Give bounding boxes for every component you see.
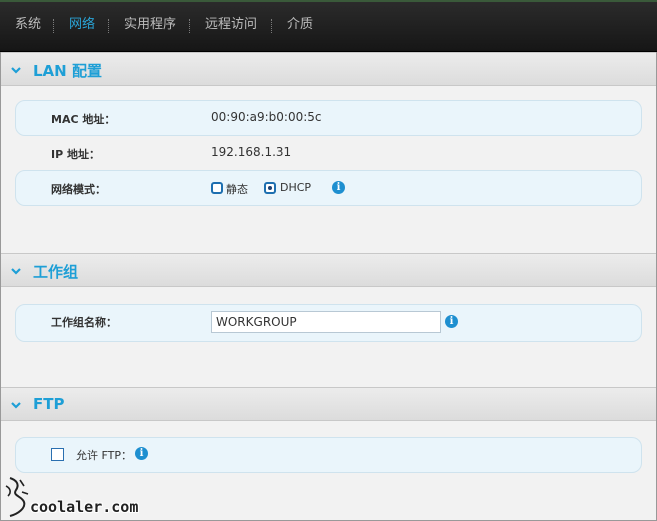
section-title-workgroup: 工作组 [33, 263, 79, 281]
chevron-down-icon [11, 402, 21, 409]
row-network-mode [15, 170, 642, 206]
info-icon[interactable]: i [445, 315, 458, 328]
section-title-ftp: FTP [33, 395, 65, 413]
chevron-down-icon [11, 67, 21, 74]
section-title-lan: LAN 配置 [33, 62, 102, 80]
watermark-text: coolaler.com [30, 498, 139, 516]
allow-ftp-checkbox[interactable] [51, 448, 64, 461]
nav-item-system[interactable]: 系统 [15, 17, 41, 33]
info-icon[interactable]: i [332, 181, 345, 194]
ip-label: IP 地址： [51, 148, 100, 161]
nav-separator [53, 19, 54, 33]
content-panel: LAN 配置 MAC 地址： 00:90:a9:b0:00:5c IP 地址： … [0, 52, 657, 521]
nav-item-remote-access[interactable]: 远程访问 [205, 17, 257, 33]
section-header-lan[interactable]: LAN 配置 [1, 52, 656, 86]
nav-separator [108, 19, 109, 33]
radio-static[interactable] [211, 182, 223, 194]
radio-dhcp[interactable] [264, 182, 276, 194]
section-header-ftp[interactable]: FTP [1, 387, 656, 421]
nav-separator [271, 19, 272, 33]
nav-accent-line [0, 0, 657, 2]
mac-value: 00:90:a9:b0:00:5c [211, 110, 322, 124]
watermark-logo-icon [5, 477, 29, 517]
chevron-down-icon [11, 268, 21, 275]
nav-item-network[interactable]: 网络 [69, 17, 95, 33]
top-nav-bar: 系统 网络 实用程序 远程访问 介质 [0, 0, 657, 52]
section-header-workgroup[interactable]: 工作组 [1, 253, 656, 287]
nav-item-utilities[interactable]: 实用程序 [124, 17, 176, 33]
info-icon[interactable]: i [135, 447, 148, 460]
nav-item-media[interactable]: 介质 [287, 17, 313, 33]
allow-ftp-label: 允许 FTP： [76, 449, 132, 462]
mac-label: MAC 地址： [51, 113, 116, 126]
radio-dhcp-label: DHCP [280, 181, 312, 194]
radio-static-label: 静态 [226, 183, 248, 196]
network-mode-label: 网络模式： [51, 183, 106, 196]
watermark: coolaler.com [0, 474, 160, 521]
workgroup-name-label: 工作组名称： [51, 316, 117, 329]
workgroup-name-input[interactable] [211, 311, 441, 333]
nav-separator [189, 19, 190, 33]
ip-value: 192.168.1.31 [211, 145, 292, 159]
